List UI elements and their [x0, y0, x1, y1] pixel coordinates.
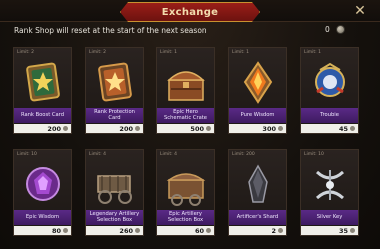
shop-item[interactable]: Limit: 2 Rank Boost Card 200	[13, 47, 72, 134]
price-value: 500	[190, 124, 204, 133]
item-price[interactable]: 200	[86, 124, 143, 133]
exchange-panel: Exchange ✕ Rank Shop will reset at the s…	[0, 0, 380, 249]
item-limit: Limit: 1	[232, 50, 249, 55]
price-value: 35	[338, 226, 348, 235]
purple-gem-icon	[26, 167, 60, 201]
shop-item[interactable]: Limit: 200 Artificer's Shard 2	[228, 149, 287, 236]
item-limit: Limit: 10	[17, 152, 37, 157]
item-price[interactable]: 260	[86, 226, 143, 235]
item-name: Legendary Artillery Selection Box	[86, 210, 143, 225]
dark-shard-icon	[248, 164, 268, 203]
currency-amount: 0	[325, 25, 330, 34]
price-value: 2	[271, 226, 276, 235]
item-limit: Limit: 2	[17, 50, 34, 55]
silver-key-icon	[315, 170, 345, 200]
item-name: Silver Key	[301, 210, 358, 225]
green-star-shield-icon	[26, 62, 60, 102]
shop-item[interactable]: Limit: 4 Legendary Artillery Selection B…	[85, 149, 144, 236]
item-price[interactable]: 45	[301, 124, 358, 133]
shop-item[interactable]: Limit: 1 Troubie 45	[300, 47, 359, 134]
item-limit: Limit: 2	[89, 50, 106, 55]
coin-icon	[135, 228, 140, 233]
artillery-cart-icon	[97, 175, 132, 204]
item-name: Epic Artillery Selection Box	[157, 210, 214, 225]
item-price[interactable]: 300	[229, 124, 286, 133]
treasure-chest-icon	[167, 71, 205, 101]
price-value: 200	[47, 124, 61, 133]
close-icon: ✕	[354, 2, 366, 19]
coin-icon	[206, 228, 211, 233]
coin-icon	[278, 228, 283, 233]
item-limit: Limit: 1	[304, 50, 321, 55]
price-value: 300	[262, 124, 276, 133]
fire-crystal-icon	[243, 61, 273, 104]
shop-item[interactable]: Limit: 1 Epic Hero Schematic Crate 500	[156, 47, 215, 134]
coin-icon	[63, 228, 68, 233]
item-price[interactable]: 2	[229, 226, 286, 235]
close-button[interactable]: ✕	[348, 1, 372, 20]
currency-display: 0	[325, 25, 345, 34]
page-title: Exchange	[161, 6, 219, 18]
item-price[interactable]: 35	[301, 226, 358, 235]
item-limit: Limit: 4	[89, 152, 106, 157]
item-limit: Limit: 1	[160, 50, 177, 55]
coin-icon	[350, 228, 355, 233]
item-name: Pure Wisdom	[229, 108, 286, 123]
item-price[interactable]: 200	[14, 124, 71, 133]
price-value: 60	[194, 226, 204, 235]
item-name: Rank Protection Card	[86, 108, 143, 123]
artillery-chest-icon	[166, 173, 206, 206]
item-limit: Limit: 10	[304, 152, 324, 157]
coin-icon	[206, 126, 211, 131]
title-banner: Exchange	[120, 2, 260, 22]
shop-item[interactable]: Limit: 10 Silver Key 35	[300, 149, 359, 236]
coin-icon	[335, 25, 345, 34]
price-value: 45	[338, 124, 348, 133]
item-name: Epic Wisdom	[14, 210, 71, 225]
item-price[interactable]: 500	[157, 124, 214, 133]
item-name: Artificer's Shard	[229, 210, 286, 225]
coin-icon	[135, 126, 140, 131]
reset-notice: Rank Shop will reset at the start of the…	[14, 26, 207, 35]
troubie-badge-icon	[315, 62, 345, 97]
shop-item[interactable]: Limit: 10 Epic Wisdom 80	[13, 149, 72, 236]
orange-star-shield-icon	[98, 62, 132, 102]
shop-item[interactable]: Limit: 4 Epic Artillery Selection Box 60	[156, 149, 215, 236]
item-name: Rank Boost Card	[14, 108, 71, 123]
price-value: 260	[119, 226, 133, 235]
item-limit: Limit: 4	[160, 152, 177, 157]
shop-item[interactable]: Limit: 2 Rank Protection Card 200	[85, 47, 144, 134]
item-name: Epic Hero Schematic Crate	[157, 108, 214, 123]
price-value: 200	[119, 124, 133, 133]
item-price[interactable]: 60	[157, 226, 214, 235]
shop-item[interactable]: Limit: 1 Pure Wisdom 300	[228, 47, 287, 134]
item-price[interactable]: 80	[14, 226, 71, 235]
item-name: Troubie	[301, 108, 358, 123]
coin-icon	[278, 126, 283, 131]
item-limit: Limit: 200	[232, 152, 255, 157]
price-value: 80	[51, 226, 61, 235]
coin-icon	[63, 126, 68, 131]
coin-icon	[350, 126, 355, 131]
